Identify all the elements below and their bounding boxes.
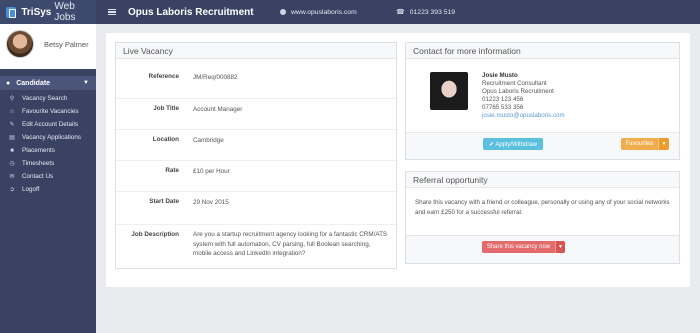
nav-item-label: Logoff xyxy=(22,186,40,193)
nav-item-vacancy-search[interactable]: ⚲ Vacancy Search xyxy=(0,92,96,105)
field-value: Cambridge xyxy=(193,137,224,144)
field-label: Location xyxy=(152,136,179,143)
nav-item-label: Vacancy Search xyxy=(22,95,68,102)
edit-icon: ✎ xyxy=(9,122,15,128)
nav-item-label: Placements xyxy=(22,147,55,154)
website-link[interactable]: www.opuslaboris.com xyxy=(280,9,357,16)
nav-list: ⚲ Vacancy Search ☆ Favourite Vacancies ✎… xyxy=(0,90,96,196)
star-icon: ☆ xyxy=(9,109,15,115)
phone-text: 01223 393 519 xyxy=(409,8,456,16)
logout-icon: ➲ xyxy=(9,187,15,193)
share-vacancy-button[interactable]: Share this vacancy now xyxy=(482,241,555,253)
nav-item-logoff[interactable]: ➲ Logoff xyxy=(0,183,96,196)
brand-logo-icon xyxy=(6,6,17,18)
nav-item-favourite-vacancies[interactable]: ☆ Favourite Vacancies xyxy=(0,105,96,118)
contact-name: Josie Musto xyxy=(482,72,518,79)
contact-panel: Contact for more information Josie Musto… xyxy=(405,42,680,160)
caret-down-icon: ▼ xyxy=(558,244,563,250)
field-value: 29 Nov 2015 xyxy=(193,199,229,206)
profile-card: Betsy Palmer xyxy=(0,24,96,69)
favourites-dropdown-toggle[interactable]: ▼ xyxy=(658,138,669,150)
brand-name-bold: TriSys xyxy=(21,6,52,18)
referral-text: Share this vacancy with a friend or coll… xyxy=(415,199,670,216)
favourites-button[interactable]: Favourites xyxy=(621,138,658,150)
live-vacancy-heading: Live Vacancy xyxy=(116,43,396,59)
contact-heading: Contact for more information xyxy=(406,43,679,59)
field-job-description: Job Description Are you a startup recrui… xyxy=(116,224,396,257)
caret-down-icon: ▼ xyxy=(661,141,667,147)
briefcase-icon: ■ xyxy=(10,147,14,154)
field-location: Location Cambridge xyxy=(116,129,396,144)
referral-heading: Referral opportunity xyxy=(406,172,679,188)
sidebar: TriSys Web Jobs Betsy Palmer ● Candidate… xyxy=(0,0,96,333)
nav-item-contact-us[interactable]: ✉ Contact Us xyxy=(0,170,96,183)
field-value: JM/Req/000882 xyxy=(193,74,238,81)
field-value: Account Manager xyxy=(193,106,243,113)
field-value: Are you a startup recruitment agency loo… xyxy=(193,231,388,257)
nav-section-label: Candidate xyxy=(16,79,51,87)
menu-toggle-icon[interactable] xyxy=(108,7,116,16)
nav-item-label: Favourite Vacancies xyxy=(22,108,79,115)
phone-number: ☎ 01223 393 519 xyxy=(396,8,456,17)
nav-item-label: Contact Us xyxy=(22,173,54,180)
contact-phone-2: 07765 533 356 xyxy=(482,104,524,111)
brand-name-light: Web Jobs xyxy=(54,1,76,23)
contact-phone-1: 01223 123 456 xyxy=(482,96,524,103)
chevron-down-icon: ▼ xyxy=(83,80,89,86)
contact-role: Recruitment Consultant xyxy=(482,80,547,87)
contact-details: Josie Musto Recruitment Consultant Opus … xyxy=(482,72,565,120)
share-dropdown-toggle[interactable]: ▼ xyxy=(555,241,565,253)
field-label: Reference xyxy=(148,73,179,80)
nav-item-placements[interactable]: ■ Placements xyxy=(0,144,96,157)
nav-item-timesheets[interactable]: ◷ Timesheets xyxy=(0,157,96,170)
nav-item-vacancy-applications[interactable]: ▤ Vacancy Applications xyxy=(0,131,96,144)
field-label: Job Description xyxy=(131,231,179,238)
clock-icon: ◷ xyxy=(9,161,15,167)
field-label: Rate xyxy=(165,167,179,174)
field-value: £10 per Hour xyxy=(193,168,230,175)
live-vacancy-panel: Live Vacancy Reference JM/Req/000882 Job… xyxy=(115,42,397,269)
search-icon: ⚲ xyxy=(9,96,15,102)
document-icon: ▤ xyxy=(9,135,15,141)
globe-icon xyxy=(280,9,286,15)
profile-name: Betsy Palmer xyxy=(44,39,89,49)
main-content: Live Vacancy Reference JM/Req/000882 Job… xyxy=(106,33,690,287)
nav-item-label: Timesheets xyxy=(22,160,55,167)
field-job-title: Job Title Account Manager xyxy=(116,98,396,113)
nav-section-candidate[interactable]: ● Candidate ▼ xyxy=(0,76,96,90)
phone-icon: ☎ xyxy=(396,9,405,16)
field-label: Start Date xyxy=(149,198,179,205)
nav-item-edit-account[interactable]: ✎ Edit Account Details xyxy=(0,118,96,131)
envelope-icon: ✉ xyxy=(9,174,15,180)
website-text: www.opuslaboris.com xyxy=(291,8,357,16)
top-bar: Opus Laboris Recruitment www.opuslaboris… xyxy=(96,0,700,24)
nav-item-label: Vacancy Applications xyxy=(22,134,82,141)
field-start-date: Start Date 29 Nov 2015 xyxy=(116,191,396,206)
field-label: Job Title xyxy=(153,105,179,112)
brand[interactable]: TriSys Web Jobs xyxy=(0,0,96,24)
avatar[interactable] xyxy=(6,30,34,58)
contact-photo xyxy=(430,72,468,110)
page-title: Opus Laboris Recruitment xyxy=(128,6,254,18)
contact-email-link[interactable]: josie.musto@opuslaboris.com xyxy=(482,112,565,120)
apply-withdraw-button[interactable]: ✔ Apply/Withdraw xyxy=(483,138,543,150)
nav-item-label: Edit Account Details xyxy=(22,121,79,128)
contact-company: Opus Laboris Recruitment xyxy=(482,88,554,95)
user-icon: ● xyxy=(6,79,11,87)
field-rate: Rate £10 per Hour xyxy=(116,160,396,175)
